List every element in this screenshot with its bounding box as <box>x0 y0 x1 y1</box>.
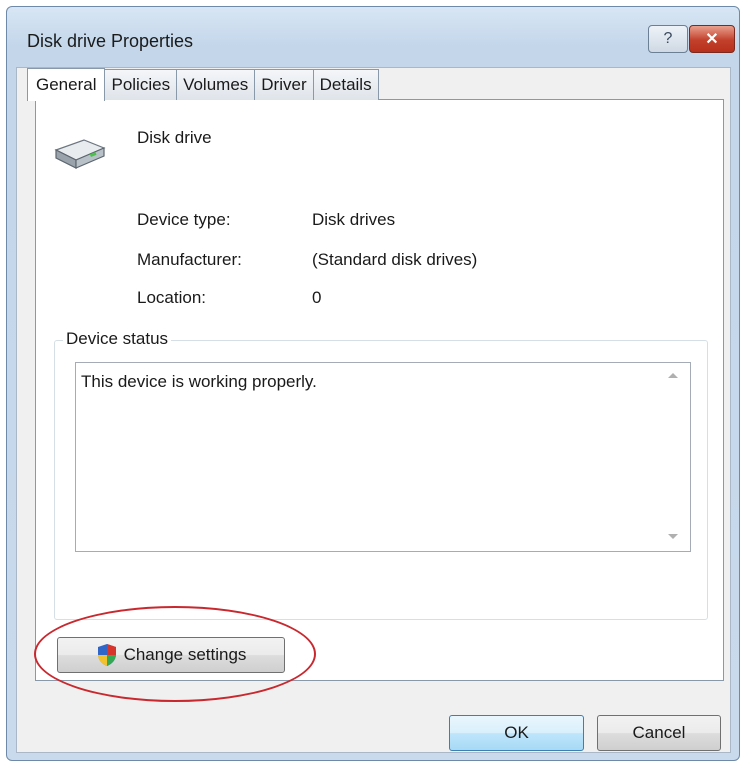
scroll-up-icon[interactable] <box>668 373 678 378</box>
close-button[interactable]: ✕ <box>689 25 735 53</box>
location-label: Location: <box>137 288 206 307</box>
close-icon: ✕ <box>705 31 719 48</box>
tab-general[interactable]: General <box>27 68 106 101</box>
tab-driver[interactable]: Driver <box>254 69 314 100</box>
help-button[interactable]: ? <box>648 25 688 53</box>
window-title: Disk drive Properties <box>27 31 194 51</box>
change-settings-button[interactable]: Change settings <box>57 637 285 673</box>
tab-details[interactable]: Details <box>312 69 379 100</box>
device-status-text: This device is working properly. <box>81 372 317 391</box>
device-status-textbox[interactable]: This device is working properly. <box>75 362 691 552</box>
disk-drive-icon <box>50 136 108 175</box>
device-type-label: Device type: <box>137 210 231 229</box>
scroll-down-icon[interactable] <box>668 534 678 539</box>
change-settings-label: Change settings <box>123 645 247 664</box>
tab-strip: General Policies Volumes Driver Details <box>27 67 379 101</box>
title-bar[interactable]: Disk drive Properties ? ✕ <box>7 7 739 67</box>
location-value: 0 <box>312 288 322 307</box>
ok-button[interactable]: OK <box>449 715 584 751</box>
manufacturer-label: Manufacturer: <box>137 250 242 269</box>
device-type-value: Disk drives <box>312 210 396 229</box>
manufacturer-value: (Standard disk drives) <box>312 250 478 269</box>
uac-shield-icon <box>96 643 118 667</box>
tab-volumes[interactable]: Volumes <box>176 69 256 100</box>
device-status-label: Device status <box>63 329 172 349</box>
cancel-button[interactable]: Cancel <box>597 715 721 751</box>
device-name: Disk drive <box>137 128 212 147</box>
help-icon: ? <box>663 30 673 47</box>
status-scrollbar[interactable] <box>656 363 690 551</box>
tab-policies[interactable]: Policies <box>104 69 178 100</box>
